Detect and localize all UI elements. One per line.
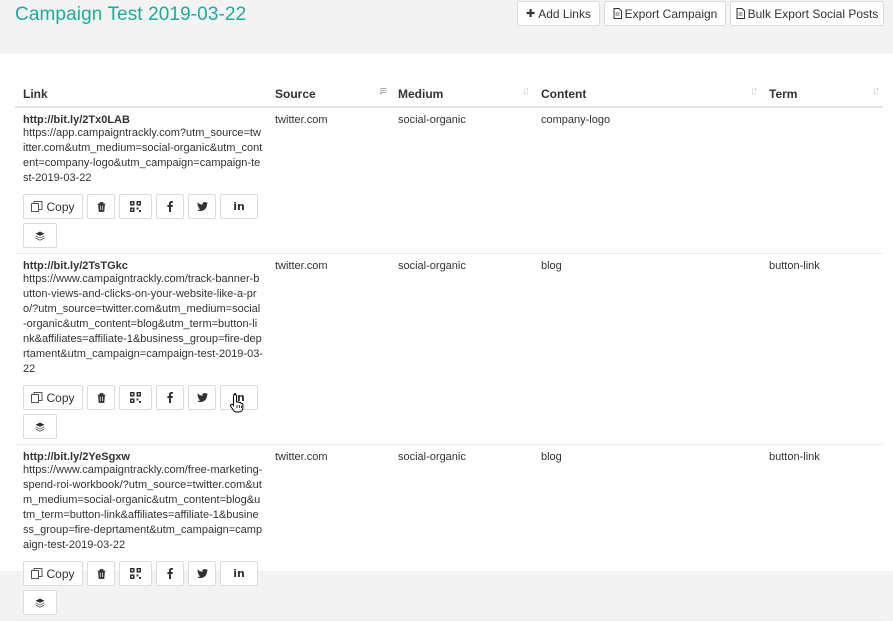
plus-icon: ✚ bbox=[526, 8, 536, 20]
hand-cursor-icon bbox=[230, 393, 244, 413]
copy-button[interactable]: Copy bbox=[23, 194, 83, 219]
column-header-medium[interactable]: Medium ↓↑ bbox=[390, 82, 533, 108]
linkedin-icon: in bbox=[233, 567, 245, 580]
copy-icon bbox=[31, 201, 43, 212]
bulk-export-social-posts-button[interactable]: Bulk Export Social Posts bbox=[730, 1, 884, 26]
twitter-share-button[interactable] bbox=[188, 385, 216, 410]
column-header-content[interactable]: Content ↓↑ bbox=[533, 82, 761, 108]
copy-button[interactable]: Copy bbox=[23, 561, 83, 586]
copy-icon bbox=[31, 568, 43, 579]
qr-code-button[interactable] bbox=[119, 385, 152, 410]
link-cell: http://bit.ly/2Tx0LAB https://app.campai… bbox=[15, 107, 267, 254]
medium-cell: social-organic bbox=[390, 444, 533, 621]
facebook-share-button[interactable] bbox=[156, 194, 184, 219]
delete-button[interactable] bbox=[87, 194, 115, 219]
table-row: http://bit.ly/2Tx0LAB https://app.campai… bbox=[15, 107, 883, 254]
links-panel: Link Source ↓≡ Medium ↓↑ Content ↓↑ Term ↓↑ … bbox=[0, 54, 893, 621]
short-link[interactable]: http://bit.ly/2YeSgxw bbox=[23, 451, 259, 463]
source-cell: twitter.com bbox=[267, 107, 390, 254]
linkedin-share-button[interactable]: in bbox=[220, 561, 258, 586]
facebook-icon bbox=[167, 392, 173, 403]
copy-label: Copy bbox=[46, 566, 75, 581]
content-cell: company-logo bbox=[533, 107, 761, 254]
export-campaign-button[interactable]: Export Campaign bbox=[604, 1, 726, 26]
table-row: http://bit.ly/2TsTGkc https://www.campai… bbox=[15, 253, 883, 445]
qr-code-icon bbox=[130, 568, 141, 579]
table-header-row: Link Source ↓≡ Medium ↓↑ Content ↓↑ Term ↓↑ bbox=[15, 82, 883, 108]
facebook-share-button[interactable] bbox=[156, 561, 184, 586]
facebook-share-button[interactable] bbox=[156, 385, 184, 410]
layers-icon bbox=[35, 422, 45, 432]
facebook-icon bbox=[167, 568, 173, 579]
twitter-icon bbox=[196, 202, 208, 211]
column-header-term[interactable]: Term ↓↑ bbox=[761, 82, 883, 108]
link-cell: http://bit.ly/2TsTGkc https://www.campai… bbox=[15, 253, 267, 445]
file-icon bbox=[736, 8, 745, 19]
trash-icon bbox=[97, 568, 105, 579]
short-link[interactable]: http://bit.ly/2Tx0LAB bbox=[23, 114, 259, 126]
qr-code-button[interactable] bbox=[119, 561, 152, 586]
twitter-share-button[interactable] bbox=[188, 194, 216, 219]
column-header-link[interactable]: Link bbox=[15, 82, 267, 108]
twitter-icon bbox=[196, 569, 208, 578]
bulk-export-label: Bulk Export Social Posts bbox=[747, 6, 879, 21]
twitter-icon bbox=[196, 393, 208, 402]
links-table: Link Source ↓≡ Medium ↓↑ Content ↓↑ Term ↓↑ … bbox=[15, 82, 883, 621]
add-links-label: Add Links bbox=[538, 6, 591, 21]
medium-cell: social-organic bbox=[390, 253, 533, 445]
linkedin-share-button[interactable]: in bbox=[220, 194, 258, 219]
trash-icon bbox=[97, 201, 105, 212]
twitter-share-button[interactable] bbox=[188, 561, 216, 586]
source-cell: twitter.com bbox=[267, 444, 390, 621]
medium-cell: social-organic bbox=[390, 107, 533, 254]
long-url: https://app.campaigntrackly.com?utm_sour… bbox=[23, 127, 263, 184]
sort-icon: ↓↑ bbox=[872, 85, 880, 97]
sort-icon: ↓↑ bbox=[750, 85, 758, 97]
export-campaign-label: Export Campaign bbox=[624, 6, 718, 21]
term-cell: button-link bbox=[761, 444, 883, 621]
row-actions: Copy in bbox=[23, 385, 263, 444]
file-icon bbox=[613, 8, 622, 19]
qr-code-button[interactable] bbox=[119, 194, 152, 219]
bulk-social-button[interactable] bbox=[23, 414, 57, 439]
long-url: https://www.campaigntrackly.com/free-mar… bbox=[23, 464, 263, 551]
source-cell: twitter.com bbox=[267, 253, 390, 445]
page-title: Campaign Test 2019-03-22 bbox=[15, 4, 247, 25]
content-cell: blog bbox=[533, 253, 761, 445]
bulk-social-button[interactable] bbox=[23, 223, 57, 248]
short-link[interactable]: http://bit.ly/2TsTGkc bbox=[23, 260, 259, 272]
column-header-source[interactable]: Source ↓≡ bbox=[267, 82, 390, 108]
copy-button[interactable]: Copy bbox=[23, 385, 83, 410]
bulk-social-button[interactable] bbox=[23, 590, 57, 615]
page-header: Campaign Test 2019-03-22 ✚ Add Links Exp… bbox=[0, 0, 893, 54]
term-cell: button-link bbox=[761, 253, 883, 445]
qr-code-icon bbox=[130, 392, 141, 403]
long-url: https://www.campaigntrackly.com/track-ba… bbox=[23, 273, 263, 375]
delete-button[interactable] bbox=[87, 385, 115, 410]
row-actions: Copy in bbox=[23, 561, 263, 620]
table-row: http://bit.ly/2YeSgxw https://www.campai… bbox=[15, 444, 883, 621]
copy-icon bbox=[31, 392, 43, 403]
facebook-icon bbox=[167, 201, 173, 212]
trash-icon bbox=[97, 392, 105, 403]
copy-label: Copy bbox=[46, 390, 75, 405]
row-actions: Copy in bbox=[23, 194, 263, 253]
link-cell: http://bit.ly/2YeSgxw https://www.campai… bbox=[15, 444, 267, 621]
delete-button[interactable] bbox=[87, 561, 115, 586]
sort-desc-icon: ↓≡ bbox=[378, 85, 387, 97]
copy-label: Copy bbox=[46, 199, 75, 214]
add-links-button[interactable]: ✚ Add Links bbox=[517, 1, 600, 26]
layers-icon bbox=[35, 231, 45, 241]
content-cell: blog bbox=[533, 444, 761, 621]
qr-code-icon bbox=[130, 201, 141, 212]
linkedin-icon: in bbox=[233, 200, 245, 213]
term-cell bbox=[761, 107, 883, 254]
sort-icon: ↓↑ bbox=[522, 85, 530, 97]
layers-icon bbox=[35, 598, 45, 608]
